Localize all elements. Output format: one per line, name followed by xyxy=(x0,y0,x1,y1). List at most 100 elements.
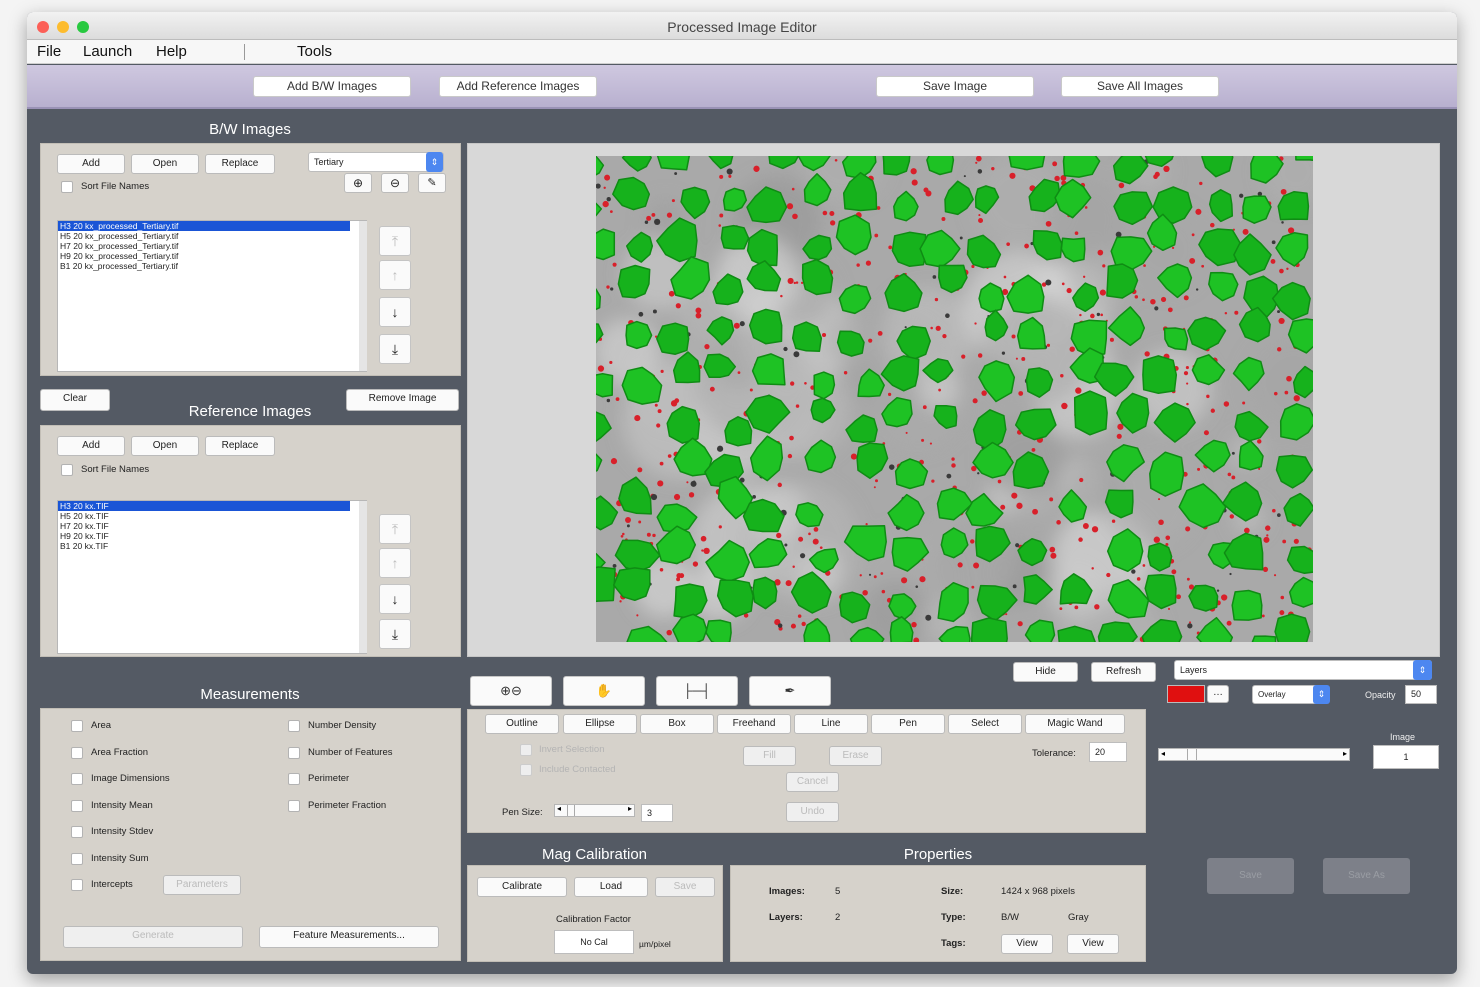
generate-button[interactable]: Generate xyxy=(63,926,243,948)
move-top-icon[interactable]: ⤒ xyxy=(379,514,411,544)
image-slider[interactable]: ◂ ▸ xyxy=(1158,748,1350,761)
ref-open-button[interactable]: Open xyxy=(131,436,199,456)
view-tags-gray-button[interactable]: View xyxy=(1067,934,1119,954)
slider-thumb[interactable] xyxy=(1187,749,1197,760)
number-density-checkbox[interactable] xyxy=(288,720,300,732)
move-bottom-icon[interactable]: ⤓ xyxy=(379,334,411,364)
tab-magic-wand[interactable]: Magic Wand xyxy=(1025,714,1125,734)
save-calibration-button[interactable]: Save xyxy=(655,877,715,897)
move-up-icon[interactable]: ↑ xyxy=(379,548,411,578)
feature-measurements-button[interactable]: Feature Measurements... xyxy=(259,926,439,948)
tab-outline[interactable]: Outline xyxy=(485,714,559,734)
ref-replace-button[interactable]: Replace xyxy=(205,436,275,456)
ref-sort-checkbox[interactable] xyxy=(61,464,73,476)
include-contacted-checkbox[interactable] xyxy=(520,764,532,776)
slider-left-icon[interactable]: ◂ xyxy=(557,804,561,813)
number-of-features-checkbox[interactable] xyxy=(288,747,300,759)
bw-sort-checkbox[interactable] xyxy=(61,181,73,193)
move-bottom-icon[interactable]: ⤓ xyxy=(379,619,411,649)
add-bw-images-button[interactable]: Add B/W Images xyxy=(253,76,411,97)
list-item[interactable]: H5 20 kx.TIF xyxy=(58,511,366,521)
tab-box[interactable]: Box xyxy=(640,714,714,734)
move-up-icon[interactable]: ↑ xyxy=(379,260,411,290)
slider-right-icon[interactable]: ▸ xyxy=(628,804,632,813)
invert-selection-checkbox[interactable] xyxy=(520,744,532,756)
eyedropper-icon[interactable]: ✒ xyxy=(749,676,831,706)
parameters-button[interactable]: Parameters xyxy=(163,875,241,895)
list-item[interactable]: H3 20 kx_processed_Tertiary.tif xyxy=(58,221,350,231)
slider-right-icon[interactable]: ▸ xyxy=(1343,749,1347,758)
add-circle-icon[interactable]: ⊕ xyxy=(344,173,372,193)
tab-select[interactable]: Select xyxy=(948,714,1022,734)
save-layer-button[interactable]: Save xyxy=(1207,858,1294,894)
pencil-icon[interactable]: ✎ xyxy=(418,173,446,193)
bw-replace-button[interactable]: Replace xyxy=(205,154,275,174)
bw-type-select[interactable]: Tertiary xyxy=(308,152,444,172)
menu-tools[interactable]: Tools xyxy=(297,43,332,60)
list-item[interactable]: H9 20 kx_processed_Tertiary.tif xyxy=(58,251,366,261)
calibrate-button[interactable]: Calibrate xyxy=(477,877,567,897)
pen-size-slider[interactable]: ◂ ▸ xyxy=(554,804,635,817)
list-item[interactable]: H7 20 kx_processed_Tertiary.tif xyxy=(58,241,366,251)
intensity-stdev-checkbox[interactable] xyxy=(71,826,83,838)
add-reference-images-button[interactable]: Add Reference Images xyxy=(439,76,597,97)
hide-button[interactable]: Hide xyxy=(1013,662,1078,682)
list-item[interactable]: H7 20 kx.TIF xyxy=(58,521,366,531)
move-down-icon[interactable]: ↓ xyxy=(379,584,411,614)
menu-launch[interactable]: Launch xyxy=(83,43,132,60)
perimeter-checkbox[interactable] xyxy=(288,773,300,785)
layer-color-swatch[interactable] xyxy=(1167,685,1205,703)
tab-pen[interactable]: Pen xyxy=(871,714,945,734)
ref-list-scrollbar[interactable] xyxy=(359,501,367,653)
list-item[interactable]: B1 20 kx.TIF xyxy=(58,541,366,551)
more-icon[interactable]: … xyxy=(1207,685,1229,703)
bw-add-button[interactable]: Add xyxy=(57,154,125,174)
cancel-button[interactable]: Cancel xyxy=(786,772,839,792)
fill-button[interactable]: Fill xyxy=(743,746,796,766)
view-tags-bw-button[interactable]: View xyxy=(1001,934,1053,954)
slider-thumb[interactable] xyxy=(567,805,575,816)
list-item[interactable]: H3 20 kx.TIF xyxy=(58,501,350,511)
tab-line[interactable]: Line xyxy=(794,714,868,734)
ref-file-list[interactable]: H3 20 kx.TIF H5 20 kx.TIF H7 20 kx.TIF H… xyxy=(57,500,367,654)
list-item[interactable]: B1 20 kx_processed_Tertiary.tif xyxy=(58,261,366,271)
intercepts-checkbox[interactable] xyxy=(71,879,83,891)
move-top-icon[interactable]: ⤒ xyxy=(379,226,411,256)
list-item[interactable]: H9 20 kx.TIF xyxy=(58,531,366,541)
menu-file[interactable]: File xyxy=(37,43,61,60)
zoom-icon[interactable]: ⊕⊖ xyxy=(470,676,552,706)
calibration-factor-field[interactable]: No Cal xyxy=(554,930,634,954)
tolerance-field[interactable]: 20 xyxy=(1089,742,1127,762)
image-viewer[interactable] xyxy=(467,143,1440,657)
tab-ellipse[interactable]: Ellipse xyxy=(563,714,637,734)
area-fraction-checkbox[interactable] xyxy=(71,747,83,759)
list-item[interactable]: H5 20 kx_processed_Tertiary.tif xyxy=(58,231,366,241)
hand-pan-icon[interactable]: ✋ xyxy=(563,676,645,706)
save-all-images-button[interactable]: Save All Images xyxy=(1061,76,1219,97)
perimeter-fraction-checkbox[interactable] xyxy=(288,800,300,812)
opacity-field[interactable]: 50 xyxy=(1405,685,1437,704)
pen-size-field[interactable]: 3 xyxy=(641,804,673,822)
remove-circle-icon[interactable]: ⊖ xyxy=(381,173,409,193)
move-down-icon[interactable]: ↓ xyxy=(379,297,411,327)
ref-add-button[interactable]: Add xyxy=(57,436,125,456)
menu-help[interactable]: Help xyxy=(156,43,187,60)
image-dimensions-checkbox[interactable] xyxy=(71,773,83,785)
undo-button[interactable]: Undo xyxy=(786,802,839,822)
bw-open-button[interactable]: Open xyxy=(131,154,199,174)
erase-button[interactable]: Erase xyxy=(829,746,882,766)
refresh-button[interactable]: Refresh xyxy=(1091,662,1156,682)
slider-left-icon[interactable]: ◂ xyxy=(1161,749,1165,758)
chevron-updown-icon[interactable]: ⇕ xyxy=(1413,660,1432,680)
area-checkbox[interactable] xyxy=(71,720,83,732)
measure-line-icon[interactable]: ├─┤ xyxy=(656,676,738,706)
bw-file-list[interactable]: H3 20 kx_processed_Tertiary.tif H5 20 kx… xyxy=(57,220,367,372)
save-as-layer-button[interactable]: Save As xyxy=(1323,858,1410,894)
tab-freehand[interactable]: Freehand xyxy=(717,714,791,734)
bw-list-scrollbar[interactable] xyxy=(359,221,367,371)
layers-select[interactable]: Layers xyxy=(1174,660,1432,680)
load-calibration-button[interactable]: Load xyxy=(574,877,648,897)
chevron-updown-icon[interactable]: ⇕ xyxy=(426,152,443,172)
intensity-sum-checkbox[interactable] xyxy=(71,853,83,865)
save-image-button[interactable]: Save Image xyxy=(876,76,1034,97)
